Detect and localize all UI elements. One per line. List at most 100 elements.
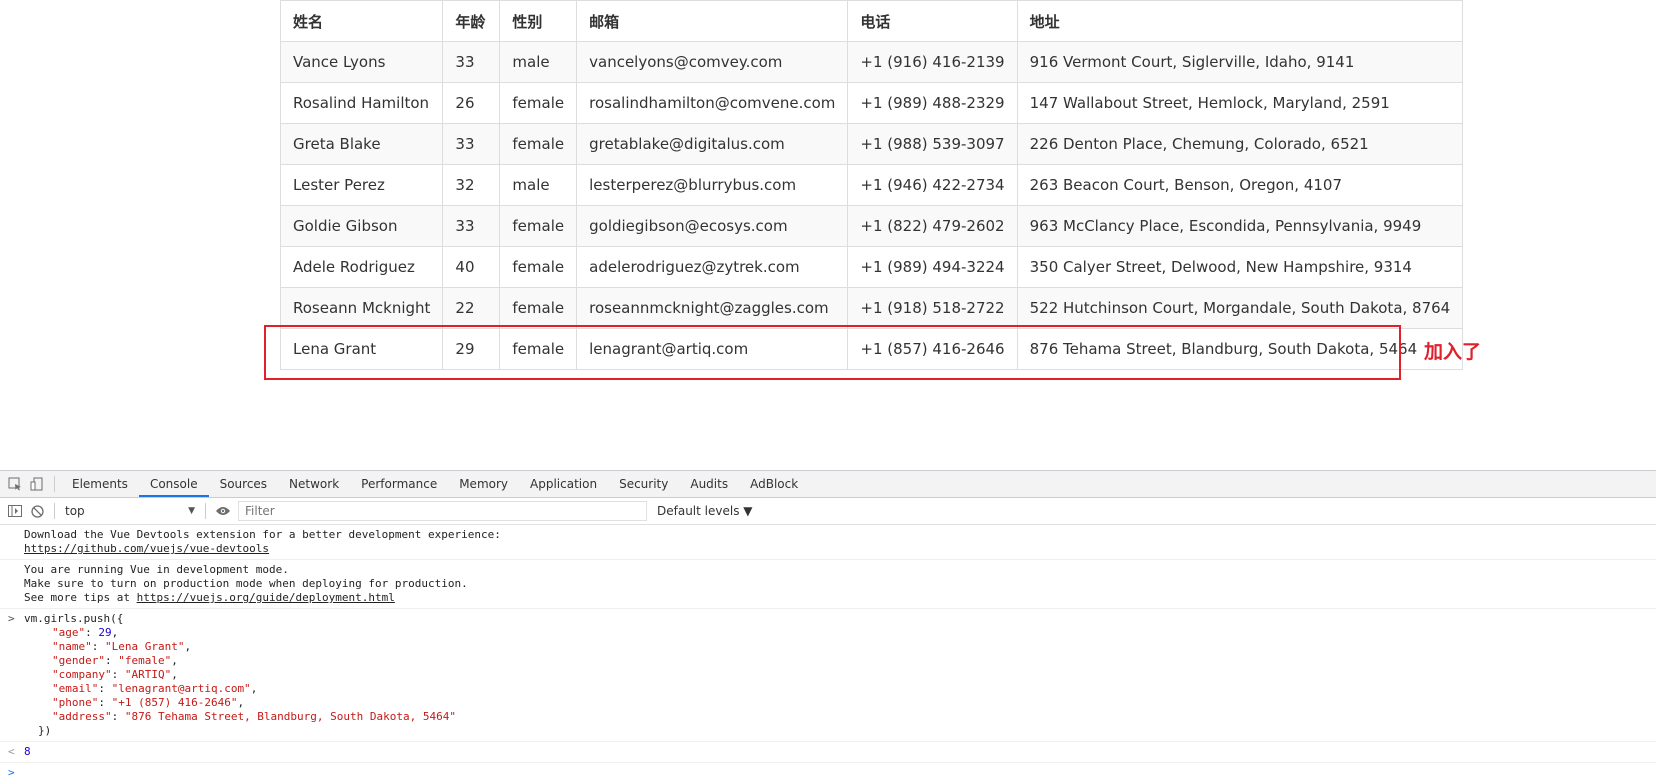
object-value: "876 Tehama Street, Blandburg, South Dak… [124, 710, 456, 723]
cell-age: 32 [442, 164, 501, 206]
cell-age: 33 [442, 123, 501, 165]
cell-email: rosalindhamilton@comvene.com [576, 82, 849, 124]
message-text: Make sure to turn on production mode whe… [24, 577, 468, 590]
clear-console-icon[interactable] [26, 500, 48, 522]
header-email: 邮箱 [576, 0, 849, 42]
cell-address: 263 Beacon Court, Benson, Oregon, 4107 [1016, 164, 1464, 206]
command-line: "gender": "female", [24, 654, 1656, 668]
cell-address: 147 Wallabout Street, Hemlock, Maryland,… [1016, 82, 1464, 124]
message-text: You are running Vue in development mode. [24, 563, 289, 576]
context-selector[interactable]: top ▼ [61, 501, 199, 521]
show-sidebar-icon[interactable] [4, 500, 26, 522]
toolbar-separator-2 [205, 503, 206, 519]
eye-icon[interactable] [212, 500, 234, 522]
console-message-devmode: You are running Vue in development mode.… [0, 560, 1656, 609]
default-levels-dropdown[interactable]: Default levels ▼ [657, 504, 753, 518]
message-text: See more tips at [24, 591, 137, 604]
cell-email: lesterperez@blurrybus.com [576, 164, 849, 206]
page: 姓名 年龄 性别 邮箱 电话 地址 Vance Lyons 33 male vance… [0, 0, 1656, 780]
cell-gender: female [499, 287, 578, 329]
cell-address: 350 Calyer Street, Delwood, New Hampshir… [1016, 246, 1464, 288]
cell-name: Rosalind Hamilton [279, 82, 444, 124]
comma: , [111, 626, 119, 639]
cell-age: 33 [442, 41, 501, 83]
object-key: "email" [52, 682, 99, 695]
dropdown-arrow-icon: ▼ [188, 506, 195, 516]
header-gender: 性别 [499, 0, 578, 42]
comma: , [184, 640, 192, 653]
tab-application[interactable]: Application [519, 471, 608, 497]
tab-performance[interactable]: Performance [350, 471, 448, 497]
comma: , [171, 668, 178, 681]
context-value: top [65, 504, 85, 518]
cell-gender: male [499, 164, 578, 206]
filter-input[interactable] [238, 501, 647, 521]
table-row: Goldie Gibson 33 female goldiegibson@ecosys… [279, 205, 1464, 247]
cell-gender: female [499, 123, 578, 165]
cell-email: gretablake@digitalus.com [576, 123, 849, 165]
cell-phone: +1 (822) 479-2602 [847, 205, 1018, 247]
cell-age: 22 [442, 287, 501, 329]
object-value: 29 [98, 626, 112, 639]
header-name: 姓名 [279, 0, 444, 42]
console-output: Download the Vue Devtools extension for … [0, 525, 1656, 780]
cell-gender: female [499, 205, 578, 247]
table-row: Rosalind Hamilton 26 female rosalindhamilto… [279, 82, 1464, 124]
object-value: "Lena Grant" [105, 640, 185, 653]
command-line: "age": 29, [24, 626, 1656, 640]
vue-devtools-link[interactable]: https://github.com/vuejs/vue-devtools [24, 542, 269, 555]
table-row: Adele Rodriguez 40 female adelerodriguez@zy… [279, 246, 1464, 288]
cell-email: goldiegibson@ecosys.com [576, 205, 849, 247]
cell-address: 226 Denton Place, Chemung, Colorado, 652… [1016, 123, 1464, 165]
tab-adblock[interactable]: AdBlock [739, 471, 809, 497]
cell-address: 522 Hutchinson Court, Morgandale, South … [1016, 287, 1464, 329]
console-input[interactable] [24, 766, 31, 779]
comma: , [171, 654, 178, 667]
input-prompt-icon: > [8, 766, 15, 779]
tabbar-separator [54, 476, 55, 492]
console-result: < 8 [0, 742, 1656, 763]
girls-table: 姓名 年龄 性别 邮箱 电话 地址 Vance Lyons 33 male vance… [279, 0, 1464, 370]
inspect-element-icon[interactable] [4, 473, 26, 495]
cell-name: Lester Perez [279, 164, 444, 206]
header-age: 年龄 [442, 0, 501, 42]
command-line: "name": "Lena Grant", [24, 640, 1656, 654]
cell-email: roseannmcknight@zaggles.com [576, 287, 849, 329]
tab-memory[interactable]: Memory [448, 471, 519, 497]
comma: , [250, 682, 258, 695]
tab-network[interactable]: Network [278, 471, 350, 497]
object-key: "age" [52, 626, 86, 639]
command-line: "phone": "+1 (857) 416-2646", [24, 696, 1656, 710]
tab-console[interactable]: Console [138, 471, 209, 497]
table-header-row: 姓名 年龄 性别 邮箱 电话 地址 [279, 0, 1464, 42]
tab-audits[interactable]: Audits [679, 471, 739, 497]
devtools-tabs: Elements Console Sources Network Performance… [61, 471, 809, 497]
tab-security[interactable]: Security [608, 471, 679, 497]
object-key: "name" [52, 640, 92, 653]
cell-phone: +1 (989) 488-2329 [847, 82, 1018, 124]
header-phone: 电话 [847, 0, 1018, 42]
tab-sources[interactable]: Sources [209, 471, 278, 497]
cell-phone: +1 (916) 416-2139 [847, 41, 1018, 83]
colon: : [111, 710, 125, 723]
cell-email: adelerodriguez@zytrek.com [576, 246, 849, 288]
table-row: Greta Blake 33 female gretablake@digitalus.… [279, 123, 1464, 165]
object-value: "ARTIQ" [124, 668, 172, 681]
toolbar-separator [54, 503, 55, 519]
command-line: "address": "876 Tehama Street, Blandburg… [24, 710, 1656, 724]
colon: : [85, 626, 99, 639]
cell-gender: female [499, 82, 578, 124]
object-key: "address" [52, 710, 112, 723]
cell-name: Vance Lyons [279, 41, 444, 83]
colon: : [104, 654, 119, 667]
cell-phone: +1 (946) 422-2734 [847, 164, 1018, 206]
tab-elements[interactable]: Elements [61, 471, 139, 497]
devtools-tabbar: Elements Console Sources Network Performance… [0, 471, 1656, 498]
console-input-line[interactable]: > [0, 763, 1656, 780]
command-line: "email": "lenagrant@artiq.com", [24, 682, 1656, 696]
message-text: Download the Vue Devtools extension for … [24, 528, 501, 541]
device-toolbar-icon[interactable] [26, 473, 48, 495]
deployment-link[interactable]: https://vuejs.org/guide/deployment.html [137, 591, 395, 604]
object-value: "+1 (857) 416-2646" [111, 696, 238, 709]
table-row: Roseann Mcknight 22 female roseannmcknight@… [279, 287, 1464, 329]
